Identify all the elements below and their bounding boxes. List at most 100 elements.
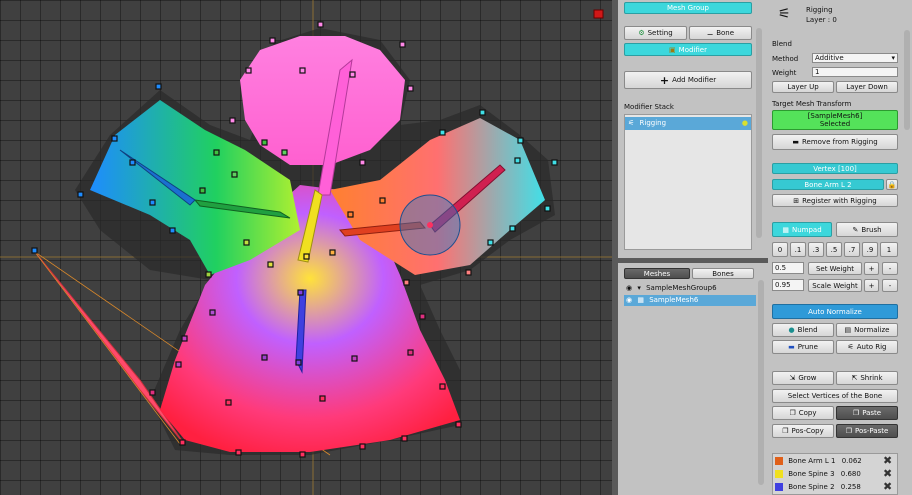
numpad-tab[interactable]: ▦ Numpad (772, 222, 832, 237)
mesh-group-panel: Mesh Group ⚙ Setting ⚊ Bone ▣ Modifier +… (618, 0, 768, 495)
tab-modifier[interactable]: ▣ Modifier (624, 43, 752, 56)
eye-icon[interactable]: ◉ (626, 284, 632, 292)
pos-paste-icon: ❐ (845, 427, 852, 435)
set-weight-field[interactable]: 0.5 (772, 262, 804, 274)
rigging-icon: ⚟ (778, 6, 791, 22)
plus-icon: + (659, 73, 670, 87)
prune-button[interactable]: ▬ Prune (772, 340, 834, 354)
auto-rig-button[interactable]: ⚟ Auto Rig (836, 340, 898, 354)
list-item[interactable]: Bone Spine 2 0.258 (775, 483, 861, 491)
canvas-viewport[interactable] (0, 0, 612, 495)
select-vertices-button[interactable]: Select Vertices of the Bone (772, 389, 898, 403)
scale-weight-button[interactable]: Scale Weight (808, 279, 862, 292)
paste-label: Paste (862, 409, 882, 417)
layer-down-button[interactable]: Layer Down (836, 81, 898, 93)
auto-normalize-toggle[interactable]: Auto Normalize (772, 304, 898, 319)
scrollbar[interactable] (756, 28, 762, 238)
scrollbar[interactable] (904, 30, 910, 130)
brush-icon: ✎ (852, 225, 859, 234)
modifier-stack-list[interactable]: ⚟ Rigging ● (624, 114, 752, 250)
target-name: [SampleMesh6] (807, 112, 863, 120)
mesh-icon: ▦ (637, 296, 644, 304)
pos-copy-icon: ❐ (782, 427, 789, 435)
blend-label: Blend (772, 40, 792, 48)
remove-from-rigging-button[interactable]: ▬ Remove from Rigging (772, 134, 898, 150)
scale-weight-field[interactable]: 0.95 (772, 279, 804, 291)
numpad-0-3[interactable]: .3 (808, 242, 824, 257)
expand-icon[interactable]: ▾ (637, 284, 641, 292)
bone-icon: ⚊ (706, 29, 714, 37)
tab-bones[interactable]: Bones (692, 268, 754, 279)
numpad-0-1[interactable]: .1 (790, 242, 806, 257)
pos-copy-button[interactable]: ❐ Pos-Copy (772, 424, 834, 438)
remove-icon: ▬ (792, 138, 799, 146)
close-icon[interactable]: ✖ (883, 467, 892, 480)
set-weight-minus-button[interactable]: - (882, 262, 898, 275)
bone-label: Bone (716, 29, 735, 37)
blend-button[interactable]: ● Blend (772, 323, 834, 337)
numpad-0-7[interactable]: .7 (844, 242, 860, 257)
weight-label: Weight (772, 69, 797, 77)
numpad-0-5[interactable]: .5 (826, 242, 842, 257)
set-weight-plus-button[interactable]: + (864, 262, 879, 275)
weight-value: 0.258 (840, 483, 861, 491)
inspector-title: Rigging (806, 6, 833, 14)
gear-icon: ⚙ (638, 29, 645, 37)
weight-field[interactable]: 1 (812, 67, 898, 77)
list-item[interactable]: Bone Spine 3 0.680 (775, 470, 861, 478)
mesh-group-row[interactable]: ◉ ▾ SampleMeshGroup6 (626, 284, 717, 292)
bone-button[interactable]: ⚊ Bone (689, 26, 752, 40)
mesh-row[interactable]: ◉ ▦ SampleMesh6 (624, 295, 756, 306)
layer-label: Layer : 0 (806, 16, 837, 24)
grow-button[interactable]: ⇲ Grow (772, 371, 834, 385)
chevron-down-icon: ▾ (891, 54, 895, 62)
paste-button[interactable]: ❐ Paste (836, 406, 898, 420)
grow-label: Grow (798, 374, 817, 382)
weight-name: Bone Spine 3 (788, 470, 835, 478)
tab-meshes[interactable]: Meshes (624, 268, 690, 279)
shrink-icon: ⇱ (851, 374, 858, 382)
register-rigging-button[interactable]: ⊞ Register with Rigging (772, 194, 898, 207)
close-icon[interactable]: ✖ (883, 480, 892, 493)
inspector-panel: ⚟ Rigging Layer : 0 Blend Method Additiv… (768, 0, 912, 495)
numpad-0-9[interactable]: .9 (862, 242, 878, 257)
bone-name-field[interactable]: Bone Arm L 2 (772, 179, 884, 190)
target-mesh-badge: [SampleMesh6] Selected (772, 110, 898, 130)
prune-label: Prune (797, 343, 818, 351)
lock-icon[interactable]: 🔒 (886, 179, 898, 190)
add-modifier-button[interactable]: + Add Modifier (624, 71, 752, 89)
vertex-count-bar: Vertex [100] (772, 163, 898, 174)
set-weight-button[interactable]: Set Weight (808, 262, 862, 275)
brush-label: Brush (861, 225, 882, 234)
target-state: Selected (819, 120, 851, 128)
list-item[interactable]: ⚟ Rigging ● (625, 117, 751, 130)
mesh-canvas[interactable] (0, 0, 612, 495)
method-select[interactable]: Additive ▾ (812, 53, 898, 63)
scale-weight-plus-button[interactable]: + (864, 279, 879, 292)
numpad-1[interactable]: 1 (880, 242, 898, 257)
method-value: Additive (815, 54, 844, 62)
scrollbar[interactable] (758, 280, 764, 485)
eye-icon[interactable]: ◉ (626, 295, 632, 306)
numpad-0[interactable]: 0 (772, 242, 788, 257)
lightbulb-icon[interactable]: ● (742, 117, 748, 130)
setting-button[interactable]: ⚙ Setting (624, 26, 687, 40)
shrink-button[interactable]: ⇱ Shrink (836, 371, 898, 385)
auto-rig-label: Auto Rig (856, 343, 887, 351)
list-item[interactable]: Bone Arm L 1 0.062 (775, 457, 862, 465)
copy-button[interactable]: ❐ Copy (772, 406, 834, 420)
copy-icon: ❐ (789, 409, 796, 417)
close-icon[interactable]: ✖ (883, 454, 892, 467)
brush-tab[interactable]: ✎ Brush (836, 222, 898, 237)
modifier-icon: ▣ (669, 45, 676, 54)
register-icon: ⊞ (793, 196, 800, 205)
pos-paste-label: Pos-Paste (854, 427, 889, 435)
pos-paste-button[interactable]: ❐ Pos-Paste (836, 424, 898, 438)
scale-weight-minus-button[interactable]: - (882, 279, 898, 292)
color-swatch (775, 483, 783, 491)
prune-icon: ▬ (788, 343, 795, 351)
weight-name: Bone Spine 2 (788, 483, 835, 491)
normalize-button[interactable]: ▤ Normalize (836, 323, 898, 337)
rigging-icon: ⚟ (628, 119, 635, 127)
layer-up-button[interactable]: Layer Up (772, 81, 834, 93)
